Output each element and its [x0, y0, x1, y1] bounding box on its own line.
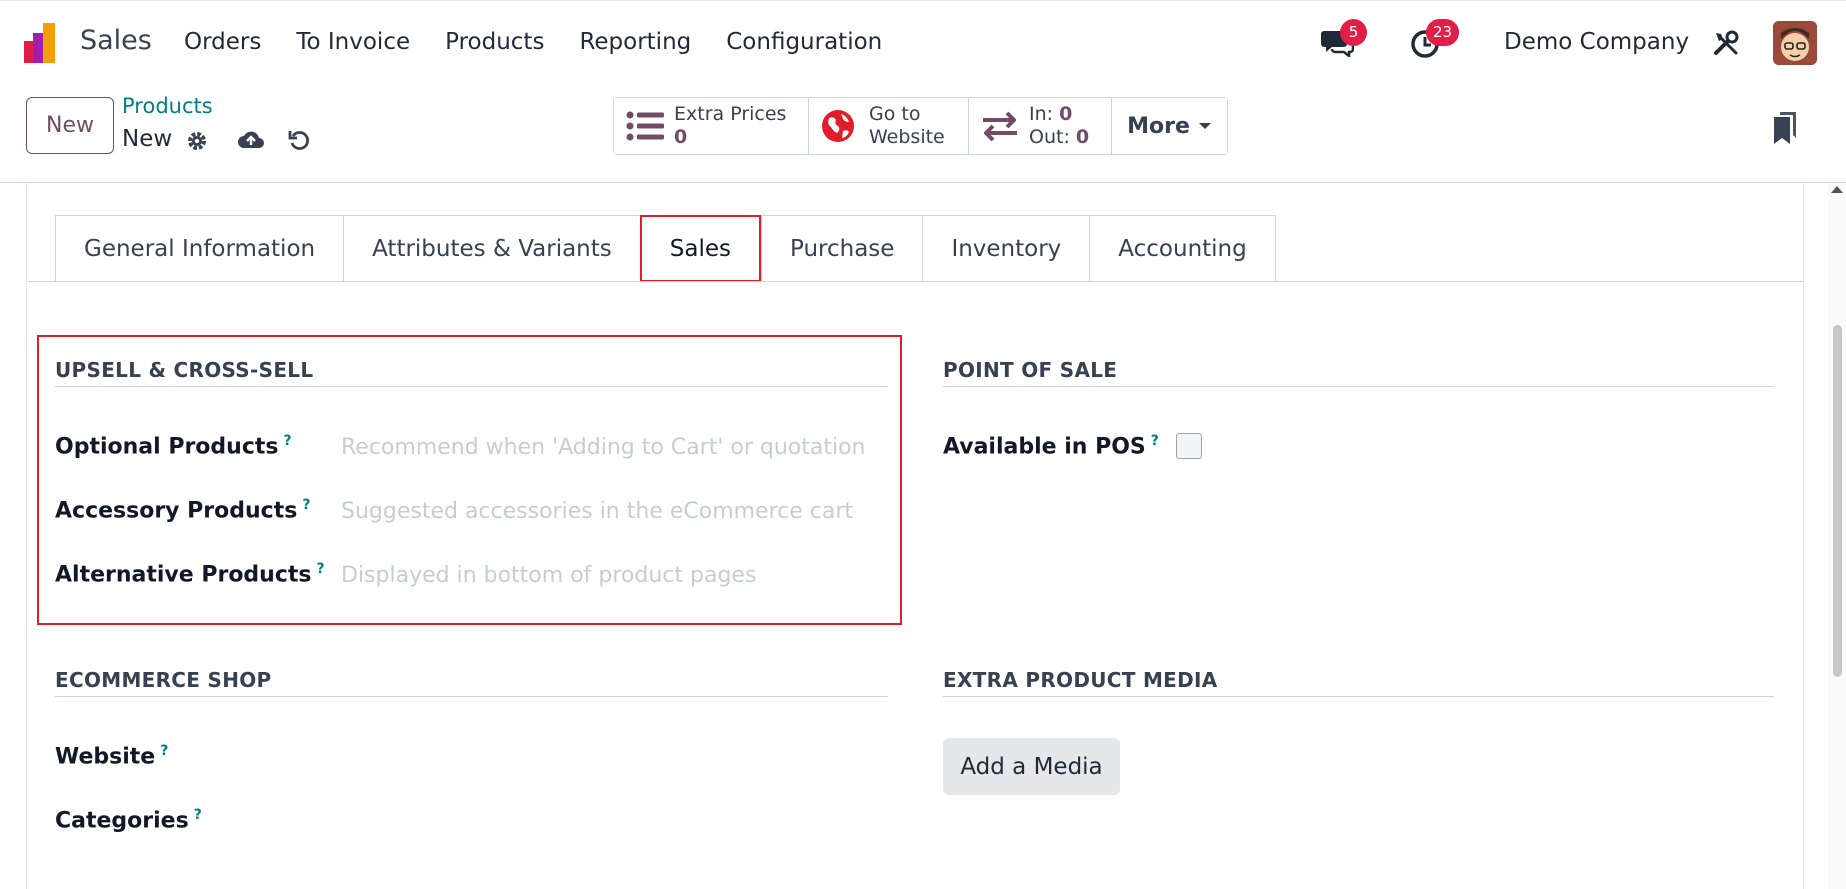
available-in-pos-checkbox[interactable]	[1176, 433, 1202, 459]
tab-inventory[interactable]: Inventory	[922, 215, 1090, 282]
extra-prices-count: 0	[674, 126, 688, 148]
in-label: In:	[1029, 103, 1054, 125]
ecommerce-section-title: ECOMMERCE SHOP	[55, 668, 272, 692]
list-icon	[626, 111, 664, 141]
more-label: More	[1127, 113, 1190, 139]
gear-icon[interactable]	[185, 129, 209, 153]
optional-products-input[interactable]	[341, 435, 881, 460]
tabs-divider	[27, 281, 1803, 282]
menu-to-invoice[interactable]: To Invoice	[296, 29, 410, 55]
notebook-tabs: General Information Attributes & Variant…	[55, 215, 1276, 282]
caret-down-icon	[1198, 123, 1211, 129]
breadcrumb-products-link[interactable]: Products	[122, 94, 213, 118]
menu-reporting[interactable]: Reporting	[579, 29, 691, 55]
ecommerce-divider	[55, 696, 888, 697]
alternative-products-label: Alternative Products?	[55, 561, 325, 588]
messages-button[interactable]: 5	[1320, 19, 1367, 61]
tab-purchase[interactable]: Purchase	[760, 215, 923, 282]
more-dropdown-button[interactable]: More	[1112, 98, 1227, 154]
main-menu: Orders To Invoice Products Reporting Con…	[184, 29, 917, 55]
globe-icon	[822, 110, 854, 142]
smart-buttons: Extra Prices 0 Go to Website In: 0 Out: …	[613, 97, 1228, 155]
extra-prices-label: Extra Prices	[674, 103, 787, 125]
tab-attributes-variants[interactable]: Attributes & Variants	[343, 215, 640, 282]
scroll-up-arrow-icon[interactable]	[1831, 186, 1843, 193]
messages-badge: 5	[1340, 19, 1367, 46]
categories-help[interactable]: ?	[194, 807, 202, 823]
accessory-products-input[interactable]	[341, 499, 881, 524]
accessory-products-label: Accessory Products?	[55, 497, 311, 524]
available-in-pos-help[interactable]: ?	[1151, 433, 1159, 449]
alternative-products-help[interactable]: ?	[317, 561, 325, 577]
extra-prices-smart-button[interactable]: Extra Prices 0	[614, 98, 809, 154]
website-label-line2: Website	[869, 126, 945, 148]
odoo-app-icon[interactable]	[24, 23, 64, 63]
categories-label: Categories?	[55, 807, 202, 834]
go-to-website-smart-button[interactable]: Go to Website	[809, 98, 969, 154]
alternative-products-input[interactable]	[341, 563, 881, 588]
exchange-arrows-icon	[983, 111, 1017, 141]
menu-orders[interactable]: Orders	[184, 29, 261, 55]
top-navbar: Sales Orders To Invoice Products Reporti…	[0, 0, 1846, 84]
in-out-smart-button[interactable]: In: 0 Out: 0	[969, 98, 1112, 154]
activities-badge: 23	[1426, 19, 1460, 46]
optional-products-help[interactable]: ?	[283, 433, 291, 449]
tools-icon	[1714, 30, 1739, 55]
add-media-button[interactable]: Add a Media	[943, 738, 1120, 795]
debug-tools-button[interactable]	[1712, 29, 1740, 61]
tab-accounting[interactable]: Accounting	[1089, 215, 1276, 282]
breadcrumb-current: New	[122, 126, 173, 152]
menu-products[interactable]: Products	[445, 29, 544, 55]
website-label: Website?	[55, 743, 169, 770]
upsell-divider	[55, 386, 888, 387]
cloud-upload-icon[interactable]	[237, 128, 265, 152]
scrollbar-thumb[interactable]	[1833, 325, 1842, 677]
new-button[interactable]: New	[26, 97, 114, 154]
avatar-face-icon	[1773, 21, 1817, 65]
tab-sales[interactable]: Sales	[639, 215, 761, 282]
website-help[interactable]: ?	[160, 743, 168, 759]
control-panel: New Products New Extra Prices 0 Go to We…	[0, 84, 1846, 183]
optional-products-label: Optional Products?	[55, 433, 292, 460]
activities-button[interactable]: 23	[1410, 19, 1460, 63]
discard-changes-icon[interactable]	[287, 128, 311, 152]
pos-section-title: POINT OF SALE	[943, 358, 1118, 382]
accessory-products-help[interactable]: ?	[302, 497, 310, 513]
bookmarks-icon[interactable]	[1772, 112, 1798, 144]
menu-configuration[interactable]: Configuration	[726, 29, 882, 55]
out-label: Out:	[1029, 126, 1070, 148]
available-in-pos-label: Available in POS?	[943, 433, 1159, 460]
media-section-title: EXTRA PRODUCT MEDIA	[943, 668, 1218, 692]
media-divider	[943, 696, 1774, 697]
in-count: 0	[1059, 103, 1073, 125]
pos-divider	[943, 386, 1774, 387]
website-label-line1: Go to	[869, 103, 921, 125]
company-switcher[interactable]: Demo Company	[1504, 29, 1689, 55]
app-name[interactable]: Sales	[80, 25, 152, 56]
user-avatar[interactable]	[1773, 21, 1817, 65]
tab-general-information[interactable]: General Information	[55, 215, 344, 282]
upsell-section-title: UPSELL & CROSS-SELL	[55, 358, 314, 382]
out-count: 0	[1075, 126, 1090, 148]
